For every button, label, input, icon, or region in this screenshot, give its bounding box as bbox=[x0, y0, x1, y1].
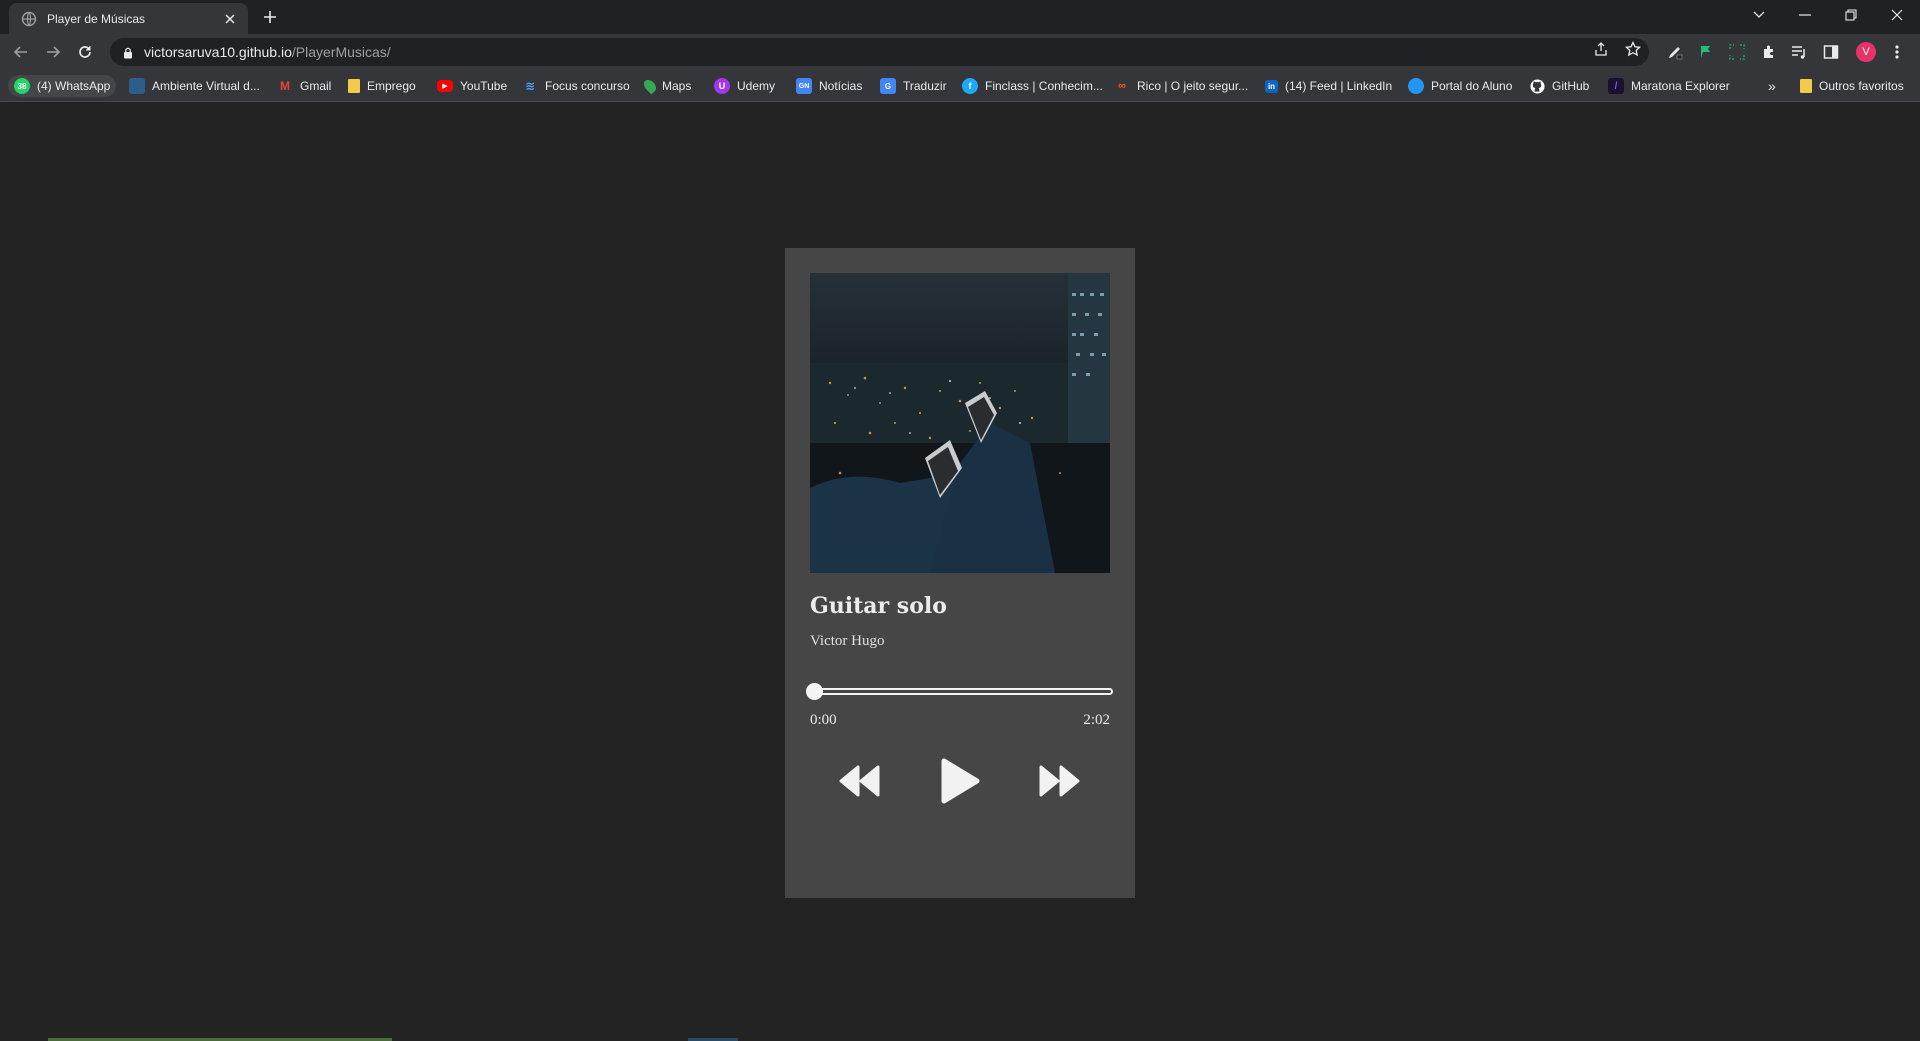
bookmark-label: GitHub bbox=[1552, 79, 1590, 93]
progress-thumb[interactable] bbox=[806, 683, 823, 700]
finclass-icon: f bbox=[962, 78, 978, 94]
bookmark-gmail[interactable]: M Gmail bbox=[273, 75, 335, 97]
tab-strip: Player de Músicas bbox=[0, 0, 1920, 34]
progress-slider[interactable] bbox=[806, 683, 1113, 700]
maratona-icon: / bbox=[1608, 78, 1624, 94]
youtube-icon: ▶ bbox=[437, 80, 453, 92]
bookmark-label: Finclass | Conhecim... bbox=[985, 79, 1103, 93]
bookmark-traduzir[interactable]: G Traduzir bbox=[876, 75, 951, 97]
bookmark-whatsapp[interactable]: 38 (4) WhatsApp bbox=[8, 75, 117, 97]
url-host: victorsaruva10.github.io bbox=[144, 44, 292, 60]
current-time: 0:00 bbox=[810, 712, 837, 728]
pen-extension-icon[interactable] bbox=[1666, 43, 1684, 61]
forward-arrow-icon[interactable] bbox=[41, 40, 65, 64]
browser-toolbar: victorsaruva10.github.io/PlayerMusicas/ … bbox=[0, 34, 1920, 70]
fast-forward-button[interactable] bbox=[1037, 755, 1081, 807]
play-icon bbox=[941, 758, 980, 804]
rewind-button[interactable] bbox=[838, 755, 882, 807]
lock-icon[interactable] bbox=[122, 46, 134, 59]
bookmark-rico[interactable]: ∞ Rico | O jeito segur... bbox=[1110, 75, 1252, 97]
rico-icon: ∞ bbox=[1118, 80, 1126, 92]
bookmark-github[interactable]: GitHub bbox=[1525, 75, 1593, 97]
focus-icon: ≋ bbox=[524, 79, 536, 93]
playback-controls bbox=[810, 755, 1110, 807]
progress-track[interactable] bbox=[810, 688, 1113, 695]
share-icon[interactable] bbox=[1592, 40, 1610, 58]
bookmark-label: Rico | O jeito segur... bbox=[1137, 79, 1249, 93]
time-display: 0:00 2:02 bbox=[810, 712, 1110, 729]
bookmark-label: (4) WhatsApp bbox=[37, 79, 111, 93]
bookmark-label: (14) Feed | LinkedIn bbox=[1285, 79, 1393, 93]
bookmark-label: Emprego bbox=[367, 79, 416, 93]
translate-icon: G bbox=[880, 78, 896, 94]
bookmark-label: Ambiente Virtual d... bbox=[152, 79, 260, 93]
bookmark-label: Notícias bbox=[819, 79, 863, 93]
gmail-icon: M bbox=[280, 79, 290, 93]
new-tab-icon[interactable] bbox=[260, 7, 280, 27]
puzzle-extensions-icon[interactable] bbox=[1760, 43, 1778, 61]
bookmark-label: Focus concurso bbox=[545, 79, 630, 93]
folder-icon bbox=[348, 79, 360, 93]
address-bar[interactable]: victorsaruva10.github.io/PlayerMusicas/ bbox=[110, 38, 1649, 66]
bookmark-ambiente-virtual[interactable]: Ambiente Virtual d... bbox=[125, 75, 264, 97]
bookmark-maratona-explorer[interactable]: / Maratona Explorer bbox=[1604, 75, 1734, 97]
linkedin-icon: in bbox=[1265, 79, 1278, 93]
bookmark-finclass[interactable]: f Finclass | Conhecim... bbox=[958, 75, 1107, 97]
media-queue-icon[interactable] bbox=[1790, 43, 1808, 61]
fast-forward-icon bbox=[1039, 765, 1080, 797]
globe-icon bbox=[21, 11, 37, 27]
tab-search-chevron-icon[interactable] bbox=[1736, 0, 1782, 30]
udemy-icon: U bbox=[714, 78, 730, 94]
news-icon: GN bbox=[796, 78, 812, 94]
bookmark-linkedin[interactable]: in (14) Feed | LinkedIn bbox=[1261, 75, 1396, 97]
whatsapp-icon: 38 bbox=[14, 78, 30, 94]
green-flag-extension-icon[interactable] bbox=[1696, 43, 1714, 61]
bookmark-maps[interactable]: Maps bbox=[641, 75, 695, 97]
bookmark-outros-favoritos[interactable]: Outros favoritos bbox=[1796, 75, 1908, 97]
bookmark-label: Traduzir bbox=[903, 79, 947, 93]
artist-name: Victor Hugo bbox=[810, 633, 885, 649]
bookmark-udemy[interactable]: U Udemy bbox=[710, 75, 779, 97]
folder-icon bbox=[1800, 79, 1812, 93]
bookmark-noticias[interactable]: GN Notícias bbox=[792, 75, 866, 97]
song-title: Guitar solo bbox=[810, 593, 947, 619]
reload-icon[interactable] bbox=[73, 40, 97, 64]
side-panel-icon[interactable] bbox=[1822, 43, 1840, 61]
bookmarks-bar: 38 (4) WhatsApp Ambiente Virtual d... M … bbox=[0, 70, 1920, 102]
play-button[interactable] bbox=[937, 755, 983, 807]
bookmark-label: Maps bbox=[662, 79, 692, 93]
bookmark-label: Gmail bbox=[300, 79, 332, 93]
tab-title: Player de Músicas bbox=[47, 11, 146, 26]
screenshot-extension-icon[interactable] bbox=[1728, 43, 1746, 61]
page-content: Guitar solo Victor Hugo 0:00 2:02 bbox=[0, 103, 1920, 1041]
bookmarks-overflow-chevron-icon[interactable]: » bbox=[1764, 75, 1780, 97]
bookmark-label: Maratona Explorer bbox=[1631, 79, 1730, 93]
minimize-icon[interactable] bbox=[1782, 0, 1828, 30]
ava-icon bbox=[129, 78, 145, 94]
restore-icon[interactable] bbox=[1828, 0, 1874, 30]
rewind-icon bbox=[839, 765, 880, 797]
maps-icon bbox=[641, 77, 659, 95]
close-tab-icon[interactable] bbox=[222, 11, 238, 27]
bookmark-label: Udemy bbox=[737, 79, 776, 93]
close-window-icon[interactable] bbox=[1874, 0, 1920, 30]
kebab-menu-icon[interactable] bbox=[1888, 43, 1906, 61]
bookmark-emprego[interactable]: Emprego bbox=[344, 75, 420, 97]
bookmark-label: YouTube bbox=[460, 79, 508, 93]
url-path: /PlayerMusicas/ bbox=[291, 44, 391, 60]
back-arrow-icon[interactable] bbox=[9, 40, 33, 64]
browser-tab[interactable]: Player de Músicas bbox=[9, 3, 248, 34]
total-duration: 2:02 bbox=[1083, 712, 1110, 728]
github-icon bbox=[1529, 78, 1545, 94]
bookmark-focus-concurso[interactable]: ≋ Focus concurso bbox=[518, 75, 634, 97]
album-cover-image bbox=[810, 273, 1110, 573]
bookmark-label: Portal do Aluno bbox=[1431, 79, 1513, 93]
music-player-card: Guitar solo Victor Hugo 0:00 2:02 bbox=[785, 248, 1135, 898]
bookmark-youtube[interactable]: ▶ YouTube bbox=[433, 75, 511, 97]
bookmark-portal-do-aluno[interactable]: Portal do Aluno bbox=[1404, 75, 1516, 97]
profile-avatar[interactable]: V bbox=[1856, 42, 1876, 62]
portal-icon bbox=[1408, 78, 1424, 94]
bookmark-star-icon[interactable] bbox=[1624, 40, 1642, 58]
bookmark-label: Outros favoritos bbox=[1819, 79, 1904, 93]
